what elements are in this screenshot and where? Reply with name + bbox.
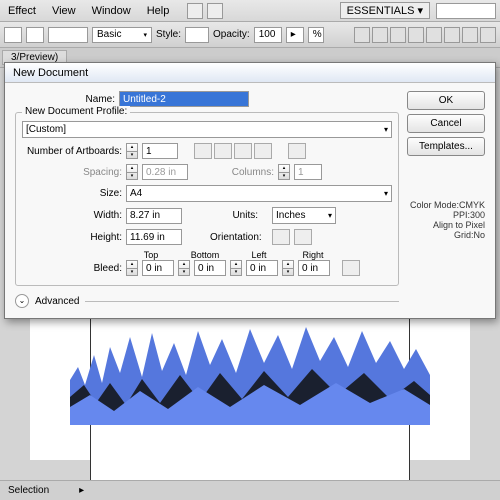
profile-select[interactable]: [Custom] xyxy=(22,121,392,138)
orientation-portrait-icon[interactable] xyxy=(272,229,290,245)
size-label: Size: xyxy=(22,188,122,199)
align-icon-6[interactable] xyxy=(444,27,460,43)
artwork-preview xyxy=(70,325,430,425)
bleed-left-input[interactable]: 0 in xyxy=(246,260,278,276)
artboards-input[interactable]: 1 xyxy=(142,143,178,159)
doc-icon[interactable] xyxy=(207,3,223,19)
bleed-bottom-spin[interactable]: ▴▾ xyxy=(178,260,190,276)
bleed-left-label: Left xyxy=(234,250,284,260)
align-icon-1[interactable] xyxy=(354,27,370,43)
link-bleed-icon[interactable] xyxy=(342,260,360,276)
status-arrow-icon[interactable]: ▸ xyxy=(79,485,84,496)
align-icon-2[interactable] xyxy=(372,27,388,43)
row-order-icon[interactable] xyxy=(288,143,306,159)
width-label: Width: xyxy=(22,210,122,221)
layout-icon[interactable] xyxy=(187,3,203,19)
bleed-top-spin[interactable]: ▴▾ xyxy=(126,260,138,276)
spacing-input[interactable]: 0.28 in xyxy=(142,164,188,180)
stroke-weight[interactable] xyxy=(48,27,88,43)
bleed-top-input[interactable]: 0 in xyxy=(142,260,174,276)
width-input[interactable]: 8.27 in xyxy=(126,208,182,224)
height-label: Height: xyxy=(22,232,122,243)
new-document-dialog: New Document Name: Untitled-2 New Docume… xyxy=(4,62,496,319)
bleed-right-input[interactable]: 0 in xyxy=(298,260,330,276)
units-select[interactable]: Inches xyxy=(272,207,336,224)
height-input[interactable]: 11.69 in xyxy=(126,229,182,245)
bleed-top-label: Top xyxy=(126,250,176,260)
artboards-spinner[interactable]: ▴▾ xyxy=(126,143,138,159)
advanced-toggle[interactable]: ⌄ xyxy=(15,294,29,308)
bleed-bottom-input[interactable]: 0 in xyxy=(194,260,226,276)
size-select[interactable]: A4 xyxy=(126,185,392,202)
dialog-title: New Document xyxy=(5,63,495,83)
menu-effect[interactable]: Effect xyxy=(0,5,44,17)
templates-button[interactable]: Templates... xyxy=(407,137,485,156)
align-icon-7[interactable] xyxy=(462,27,478,43)
percent-icon: % xyxy=(308,27,324,43)
menu-view[interactable]: View xyxy=(44,5,84,17)
menu-help[interactable]: Help xyxy=(139,5,178,17)
stroke-swatch[interactable] xyxy=(26,27,44,43)
bleed-right-label: Right xyxy=(288,250,338,260)
control-bar: Basic▾ Style: Opacity: 100 ▸ % xyxy=(0,22,500,48)
search-input[interactable] xyxy=(436,3,496,19)
opacity-input[interactable]: 100 xyxy=(254,27,282,43)
profile-label: New Document Profile: xyxy=(22,106,130,117)
brush-select[interactable]: Basic▾ xyxy=(92,27,152,43)
grid-arrange-icons[interactable] xyxy=(194,143,272,159)
opacity-arrow[interactable]: ▸ xyxy=(286,27,304,43)
align-icon-8[interactable] xyxy=(480,27,496,43)
advanced-label: Advanced xyxy=(35,296,79,307)
orientation-label: Orientation: xyxy=(210,232,258,243)
columns-spinner[interactable]: ▴▾ xyxy=(278,164,290,180)
align-icon-5[interactable] xyxy=(426,27,442,43)
fill-swatch[interactable] xyxy=(4,27,22,43)
name-label: Name: xyxy=(15,94,115,105)
style-label: Style: xyxy=(156,29,181,40)
dialog-info: Color Mode:CMYK PPI:300 Align to Pixel G… xyxy=(407,200,485,240)
ok-button[interactable]: OK xyxy=(407,91,485,110)
orientation-landscape-icon[interactable] xyxy=(294,229,312,245)
status-bar: Selection ▸ xyxy=(0,480,500,500)
bleed-label: Bleed: xyxy=(22,263,122,274)
bleed-right-spin[interactable]: ▴▾ xyxy=(282,260,294,276)
spacing-label: Spacing: xyxy=(22,167,122,178)
columns-label: Columns: xyxy=(226,167,274,178)
align-icon-4[interactable] xyxy=(408,27,424,43)
artboards-label: Number of Artboards: xyxy=(22,146,122,157)
bleed-left-spin[interactable]: ▴▾ xyxy=(230,260,242,276)
opacity-label: Opacity: xyxy=(213,29,250,40)
cancel-button[interactable]: Cancel xyxy=(407,114,485,133)
menu-bar: Effect View Window Help ESSENTIALS ▾ xyxy=(0,0,500,22)
status-tool: Selection xyxy=(8,485,49,496)
spacing-spinner[interactable]: ▴▾ xyxy=(126,164,138,180)
bleed-bottom-label: Bottom xyxy=(180,250,230,260)
menu-window[interactable]: Window xyxy=(84,5,139,17)
columns-input[interactable]: 1 xyxy=(294,164,322,180)
align-icon-3[interactable] xyxy=(390,27,406,43)
workspace-switcher[interactable]: ESSENTIALS ▾ xyxy=(340,2,430,19)
style-select[interactable] xyxy=(185,27,209,43)
units-label: Units: xyxy=(210,210,258,221)
name-input[interactable]: Untitled-2 xyxy=(119,91,249,107)
